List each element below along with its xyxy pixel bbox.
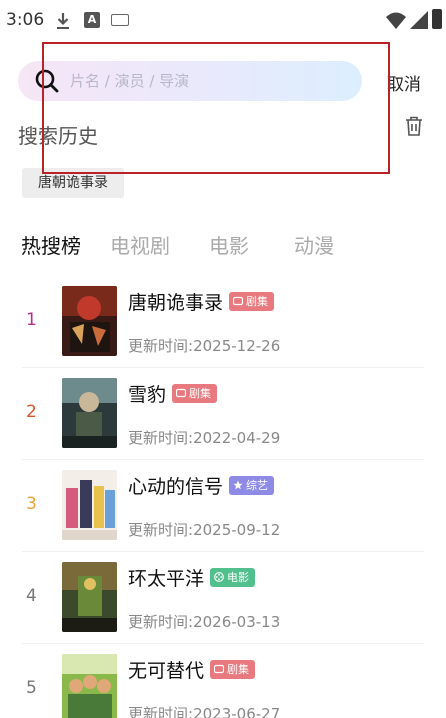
update-date: 2025-12-26 (193, 337, 281, 355)
history-tag[interactable]: 唐朝诡事录 (22, 168, 124, 198)
badge-label: 综艺 (246, 479, 269, 492)
update-label: 更新时间: (128, 521, 194, 539)
badge-label: 剧集 (227, 663, 250, 676)
item-title: 无可替代 (128, 660, 205, 682)
update-label: 更新时间: (128, 705, 194, 718)
badge-label: 剧集 (189, 387, 212, 400)
update-time: 更新时间:2026-03-13 (128, 611, 280, 632)
poster-image (62, 286, 117, 356)
category-tabs: 热搜榜 电视剧 电影 动漫 (0, 230, 446, 264)
update-time: 更新时间:2022-04-29 (128, 427, 280, 448)
list-item[interactable]: 3 心动的信号 综艺 更新时间:2025-09-12 (0, 460, 446, 552)
item-title-line: 唐朝诡事录 剧集 (128, 288, 275, 315)
cancel-button[interactable]: 取消 (387, 70, 421, 95)
update-date: 2025-09-12 (193, 521, 281, 539)
update-time: 更新时间:2025-09-12 (128, 519, 280, 540)
poster-image (62, 470, 117, 540)
update-time: 更新时间:2025-12-26 (128, 335, 280, 356)
trash-icon[interactable] (405, 116, 423, 136)
rank-number: 3 (26, 494, 37, 514)
search-input[interactable] (70, 61, 350, 101)
tab-anime[interactable]: 动漫 (294, 230, 334, 259)
list-item[interactable]: 1 唐朝诡事录 剧集 更新时间:2025-12-26 (0, 276, 446, 368)
battery-icon (432, 9, 442, 29)
update-time: 更新时间:2023-06-27 (128, 703, 280, 718)
item-title-line: 无可替代 剧集 (128, 656, 256, 683)
item-title-line: 雪豹 剧集 (128, 380, 218, 407)
film-reel-icon (214, 572, 224, 582)
list-item[interactable]: 2 雪豹 剧集 更新时间:2022-04-29 (0, 368, 446, 460)
search-history-title: 搜索历史 (18, 124, 98, 148)
signal-icon (410, 11, 428, 29)
update-label: 更新时间: (128, 429, 194, 447)
list-item[interactable]: 4 环太平洋 电影 更新时间:2026-03-13 (0, 552, 446, 644)
update-label: 更新时间: (128, 337, 194, 355)
item-title-line: 环太平洋 电影 (128, 564, 256, 591)
badge-label: 剧集 (246, 295, 269, 308)
update-date: 2026-03-13 (193, 613, 281, 631)
keyboard-icon (111, 14, 129, 26)
update-label: 更新时间: (128, 613, 194, 631)
category-badge: 电影 (210, 568, 256, 587)
tv-icon (214, 664, 225, 674)
category-badge: 剧集 (210, 660, 256, 679)
poster-image (62, 378, 117, 448)
category-badge: 剧集 (172, 384, 218, 403)
update-date: 2022-04-29 (193, 429, 281, 447)
category-badge: 剧集 (229, 292, 275, 311)
item-title: 雪豹 (128, 384, 167, 406)
rank-number: 5 (26, 678, 37, 698)
rank-number: 4 (26, 586, 37, 606)
a-notification-icon: A (84, 12, 100, 28)
download-icon (57, 13, 69, 29)
badge-label: 电影 (227, 571, 250, 584)
category-badge: 综艺 (229, 476, 275, 495)
tab-hot-search[interactable]: 热搜榜 (21, 230, 81, 259)
item-title: 环太平洋 (128, 568, 205, 590)
ranking-list: 1 唐朝诡事录 剧集 更新时间:2025-12-26 2 雪豹 剧集 更新时间:… (0, 276, 446, 718)
poster-image (62, 654, 117, 718)
star-icon (233, 480, 243, 490)
item-title-line: 心动的信号 综艺 (128, 472, 275, 499)
rank-number: 2 (26, 402, 37, 422)
wifi-icon (386, 12, 406, 29)
item-title: 唐朝诡事录 (128, 292, 224, 314)
tab-tv-series[interactable]: 电视剧 (110, 230, 170, 259)
list-item[interactable]: 5 无可替代 剧集 更新时间:2023-06-27 (0, 644, 446, 718)
poster-image (62, 562, 117, 632)
status-bar: 3:06 A (0, 0, 446, 42)
tv-icon (176, 388, 187, 398)
update-date: 2023-06-27 (193, 705, 281, 718)
search-bar[interactable] (18, 61, 362, 101)
tab-movies[interactable]: 电影 (209, 230, 249, 259)
item-title: 心动的信号 (128, 476, 224, 498)
search-icon (35, 69, 59, 93)
status-time: 3:06 (6, 10, 45, 30)
rank-number: 1 (26, 310, 37, 330)
tv-icon (233, 296, 244, 306)
